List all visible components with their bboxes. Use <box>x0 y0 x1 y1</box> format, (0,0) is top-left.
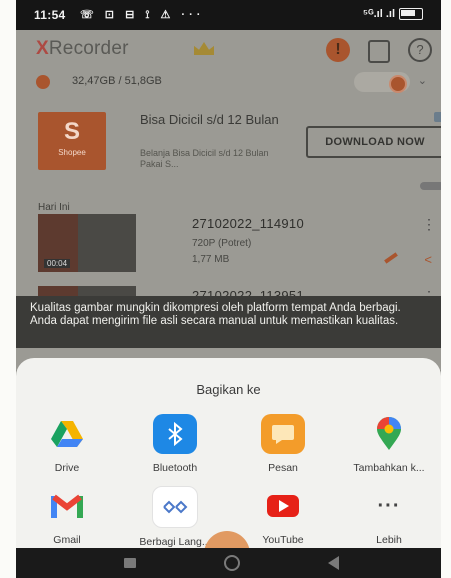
share-target-nearby[interactable]: Berbagi Lang... <box>132 486 218 548</box>
drive-icon <box>45 414 89 454</box>
help-icon[interactable]: ? <box>408 38 432 62</box>
app-logo: XRecorder <box>36 38 129 59</box>
bluetooth-icon <box>153 414 197 454</box>
youtube-icon <box>261 486 305 526</box>
video-name: 27102022_114910 <box>192 216 304 231</box>
edit-icon[interactable] <box>384 252 398 264</box>
ad-subtitle: Belanja Bisa Dicicil s/d 12 Bulan Pakai … <box>140 148 269 169</box>
record-toggle[interactable] <box>354 72 410 93</box>
share-target-gmail[interactable]: Gmail <box>24 486 110 546</box>
ad-badge <box>420 182 441 190</box>
crown-icon[interactable] <box>194 42 214 55</box>
share-target-youtube[interactable]: YouTube <box>240 486 326 546</box>
share-target-bluetooth[interactable]: Bluetooth <box>132 414 218 474</box>
maps-icon <box>367 414 411 454</box>
status-bar: 11:54 ☏ ⊡ ⊟ ⟟ ⚠ ··· ⁵ᴳ.ıl .ıl <box>16 0 441 30</box>
status-time: 11:54 <box>34 8 66 22</box>
share-target-more[interactable]: ··· Lebih <box>346 486 432 547</box>
storage-text: 32,47GB / 51,8GB <box>72 75 162 87</box>
ad-info-icon[interactable] <box>434 112 441 122</box>
messages-icon <box>261 414 305 454</box>
share-target-maps[interactable]: Tambahkan k... <box>346 414 432 474</box>
share-target-pesan[interactable]: Pesan <box>240 414 326 474</box>
notification-icons: ☏ ⊡ ⊟ ⟟ ⚠ ··· <box>80 9 205 21</box>
video-thumbnail[interactable]: 00:04 <box>38 214 136 272</box>
share-target-drive[interactable]: Drive <box>24 414 110 474</box>
more-icon: ··· <box>377 494 401 517</box>
gmail-icon <box>45 486 89 526</box>
share-sheet: Bagikan ke Drive Bluetooth Pesan Tambahk… <box>16 358 441 548</box>
back-icon[interactable] <box>328 556 339 570</box>
share-sheet-title: Bagikan ke <box>196 382 261 397</box>
nearby-share-icon <box>152 486 198 528</box>
video-size: 1,77 MB <box>192 254 230 265</box>
phone-screen: 11:54 ☏ ⊡ ⊟ ⟟ ⚠ ··· ⁵ᴳ.ıl .ıl XRecorder … <box>16 0 441 578</box>
video-item[interactable]: 00:04 27102022_114910 720P (Potret) 1,77… <box>38 214 438 278</box>
signal-icons: ⁵ᴳ.ıl .ıl <box>363 8 423 21</box>
video-duration: 00:04 <box>44 259 71 268</box>
section-label: Hari Ini <box>38 202 70 213</box>
system-nav-bar <box>16 548 441 578</box>
trash-icon[interactable] <box>368 40 390 63</box>
more-vert-icon[interactable]: ⋮ <box>422 216 436 233</box>
download-now-button[interactable]: DOWNLOAD NOW <box>306 126 441 158</box>
battery-icon <box>399 8 423 21</box>
recents-icon[interactable] <box>124 558 136 568</box>
storage-bar: 32,47GB / 51,8GB ⌄ <box>36 72 427 94</box>
chevron-down-icon[interactable]: ⌄ <box>418 74 427 87</box>
share-icon[interactable]: < <box>424 252 432 267</box>
ad-banner[interactable]: S Shopee Bisa Dicicil s/d 12 Bulan Belan… <box>38 112 441 194</box>
warning-icon[interactable]: ! <box>326 38 350 62</box>
video-quality: 720P (Potret) <box>192 238 252 249</box>
home-icon[interactable] <box>224 555 240 571</box>
shopee-logo: S Shopee <box>38 112 106 170</box>
ad-title: Bisa Dicicil s/d 12 Bulan <box>140 112 279 127</box>
quality-toast: Kualitas gambar mungkin dikompresi oleh … <box>16 296 441 348</box>
storage-icon <box>36 75 50 89</box>
